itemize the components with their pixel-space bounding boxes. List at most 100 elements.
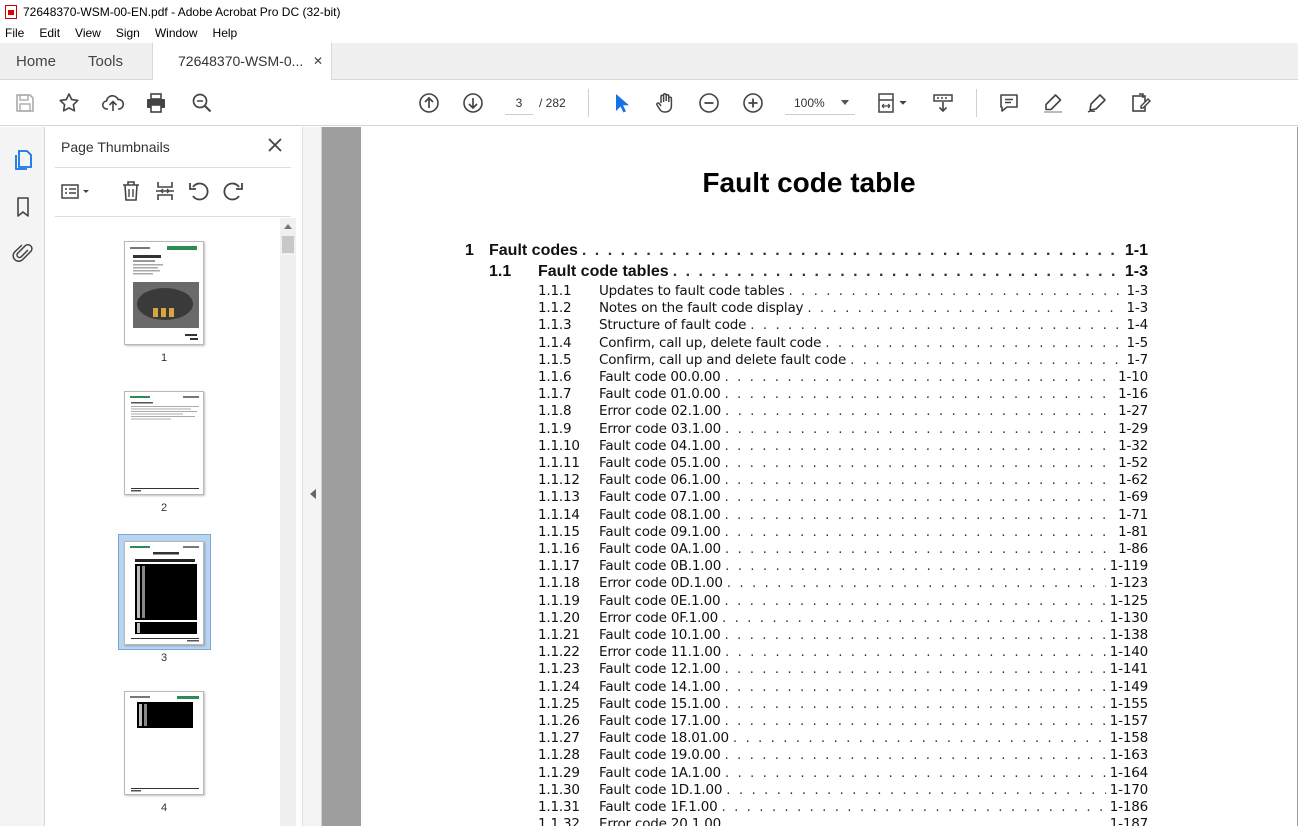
toc-number: 1.1.12 <box>538 472 580 489</box>
menu-file[interactable]: File <box>4 26 25 40</box>
toc-page-number: 1-71 <box>1118 506 1148 523</box>
toc-entry[interactable]: 1.1.17 Fault code 0B.1.00. . . . . . . . … <box>538 558 1148 574</box>
select-pointer-icon[interactable] <box>608 90 634 116</box>
toc-label: Fault code 05.1.00 <box>599 455 721 471</box>
close-panel-icon[interactable] <box>266 136 284 154</box>
toc-entry[interactable]: 1.1.5 Confirm, call up and delete fault c… <box>538 352 1148 368</box>
zoom-search-icon[interactable] <box>189 90 215 116</box>
rotate-right-icon[interactable] <box>221 179 245 203</box>
toc-entry[interactable]: 1.1.6 Fault code 00.0.00. . . . . . . . .… <box>538 369 1148 385</box>
toc-entry[interactable]: 1.1.28 Fault code 19.0.00. . . . . . . . … <box>538 747 1148 763</box>
toc-entry[interactable]: 1.1.3 Structure of fault code. . . . . . … <box>538 317 1148 333</box>
toc-number: 1.1.16 <box>538 541 580 557</box>
toc-entry[interactable]: 1.1.10 Fault code 04.1.00. . . . . . . . … <box>538 438 1148 454</box>
toc-entry[interactable]: 1.1.25 Fault code 15.1.00. . . . . . . . … <box>538 696 1148 712</box>
toc-entry[interactable]: 1.1.19 Fault code 0E.1.00. . . . . . . . … <box>538 593 1148 609</box>
toc-entry[interactable]: 1.1.20 Error code 0F.1.00. . . . . . . . … <box>538 610 1148 626</box>
toc-entry[interactable]: 1.1.16 Fault code 0A.1.00. . . . . . . . … <box>538 541 1148 557</box>
extract-page-icon[interactable] <box>153 179 177 203</box>
toc-entry[interactable]: 1.1.4 Confirm, call up, delete fault code… <box>538 335 1148 351</box>
thumbnail-number: 3 <box>160 652 168 664</box>
rotate-left-icon[interactable] <box>187 179 211 203</box>
toc-entry[interactable]: 1.1.11 Fault code 05.1.00. . . . . . . . … <box>538 455 1148 471</box>
save-icon[interactable] <box>12 90 38 116</box>
toc-chapter[interactable]: 1 Fault codes. . . . . . . . . . . . . . … <box>465 242 1148 260</box>
toc-entry[interactable]: 1.1.32 Error code 20.1.00. . . . . . . . … <box>538 816 1148 826</box>
menu-window[interactable]: Window <box>154 26 199 40</box>
menu-view[interactable]: View <box>74 26 102 40</box>
print-icon[interactable] <box>143 90 169 116</box>
toc-entry[interactable]: 1.1.7 Fault code 01.0.00. . . . . . . . .… <box>538 386 1148 402</box>
thumbnail-number: 4 <box>160 802 168 814</box>
toc-number: 1.1.27 <box>538 730 580 747</box>
hand-tool-icon[interactable] <box>652 90 678 116</box>
scroll-mode-icon[interactable] <box>930 90 956 116</box>
highlight-pen-icon[interactable] <box>1040 90 1066 116</box>
tab-tools[interactable]: Tools <box>88 43 123 80</box>
delete-page-icon[interactable] <box>119 179 143 203</box>
toc-entry[interactable]: 1.1.8 Error code 02.1.00. . . . . . . . .… <box>538 403 1148 419</box>
scroll-up-icon[interactable] <box>284 224 292 229</box>
toc-entry[interactable]: 1.1.23 Fault code 12.1.00. . . . . . . . … <box>538 661 1148 677</box>
thumbnail-options-icon[interactable] <box>59 179 95 203</box>
tab-document[interactable]: 72648370-WSM-0... ✕ <box>152 43 332 81</box>
toc-leader-dots: . . . . . . . . . . . . . . . . . . . . … <box>724 592 1105 609</box>
zoom-out-icon[interactable] <box>696 90 722 116</box>
toc-entry[interactable]: 1.1.29 Fault code 1A.1.00. . . . . . . . … <box>538 765 1148 781</box>
page-title: Fault code table <box>702 167 916 198</box>
close-tab-icon[interactable]: ✕ <box>313 55 323 67</box>
toc-entry[interactable]: 1.1.15 Fault code 09.1.00. . . . . . . . … <box>538 524 1148 540</box>
toc-entry[interactable]: 1.1.26 Fault code 17.1.00. . . . . . . . … <box>538 713 1148 729</box>
toc-entry[interactable]: 1.1.14 Fault code 08.1.00. . . . . . . . … <box>538 507 1148 523</box>
scrollbar-thumb[interactable] <box>282 236 294 253</box>
current-page-input[interactable] <box>505 91 533 115</box>
toc-number: 1.1.28 <box>538 747 580 764</box>
page-thumbnails-icon[interactable] <box>10 147 36 173</box>
toc-entry[interactable]: 1.1.27 Fault code 18.01.00. . . . . . . .… <box>538 730 1148 746</box>
document-view[interactable]: Fault code table 1 Fault codes . . . . . .… <box>322 127 1298 826</box>
collapse-panel-strip[interactable] <box>302 127 322 826</box>
toc-entry[interactable]: 1.1.22 Error code 11.1.00. . . . . . . . … <box>538 644 1148 660</box>
menu-sign[interactable]: Sign <box>115 26 141 40</box>
page-up-icon[interactable] <box>416 90 442 116</box>
toc-entry[interactable]: 1.1.1 Updates to fault code tables. . . .… <box>538 283 1148 299</box>
toc-label: Fault code 1A.1.00 <box>599 764 721 781</box>
menu-edit[interactable]: Edit <box>38 26 61 40</box>
window-title: 72648370-WSM-00-EN.pdf - Adobe Acrobat P… <box>23 4 341 19</box>
title-bar: 72648370-WSM-00-EN.pdf - Adobe Acrobat P… <box>0 0 1298 23</box>
thumbnail-page-3[interactable] <box>124 541 204 645</box>
attachments-icon[interactable] <box>10 240 36 266</box>
thumbnail-page-1[interactable] <box>124 241 204 345</box>
bookmarks-icon[interactable] <box>10 194 36 220</box>
toc-entry[interactable]: 1.1.24 Fault code 14.1.00. . . . . . . . … <box>538 679 1148 695</box>
comment-icon[interactable] <box>996 90 1022 116</box>
collapse-left-icon[interactable] <box>310 489 316 499</box>
toc-entry[interactable]: 1.1.13 Fault code 07.1.00. . . . . . . . … <box>538 489 1148 505</box>
toc-entry[interactable]: 1.1.2 Notes on the fault code display. . … <box>538 300 1148 316</box>
thumbnails-scrollbar[interactable] <box>280 218 296 826</box>
toc-page-number: 1-27 <box>1118 403 1148 420</box>
toc-section[interactable]: 1.1 Fault code tables. . . . . . . . . . … <box>489 263 1148 281</box>
toc-page-number: 1-32 <box>1118 437 1148 454</box>
toc-entry[interactable]: 1.1.18 Error code 0D.1.00. . . . . . . . … <box>538 575 1148 591</box>
toc-entry[interactable]: 1.1.31 Fault code 1F.1.00. . . . . . . . … <box>538 799 1148 815</box>
page-down-icon[interactable] <box>460 90 486 116</box>
toc-page-number: 1-163 <box>1109 747 1148 764</box>
toc-entry[interactable]: 1.1.30 Fault code 1D.1.00. . . . . . . . … <box>538 782 1148 798</box>
tab-home[interactable]: Home <box>16 43 56 80</box>
zoom-in-icon[interactable] <box>740 90 766 116</box>
thumbnail-page-2[interactable] <box>124 391 204 495</box>
toc-entry[interactable]: 1.1.21 Fault code 10.1.00. . . . . . . . … <box>538 627 1148 643</box>
toc-page-number: 1-1 <box>1124 242 1148 259</box>
page-fit-icon[interactable] <box>876 90 912 116</box>
upload-cloud-icon[interactable] <box>100 90 126 116</box>
zoom-level-dropdown[interactable]: 100% <box>785 91 855 115</box>
toc-page-number: 1-140 <box>1109 644 1148 661</box>
toc-entry[interactable]: 1.1.12 Fault code 06.1.00. . . . . . . . … <box>538 472 1148 488</box>
thumbnail-page-4[interactable] <box>124 691 204 795</box>
toc-entry[interactable]: 1.1.9 Error code 03.1.00. . . . . . . . .… <box>538 421 1148 437</box>
sign-pen-icon[interactable] <box>1084 90 1110 116</box>
bookmark-star-icon[interactable] <box>56 90 82 116</box>
menu-help[interactable]: Help <box>212 26 239 40</box>
fill-sign-icon[interactable] <box>1128 90 1154 116</box>
